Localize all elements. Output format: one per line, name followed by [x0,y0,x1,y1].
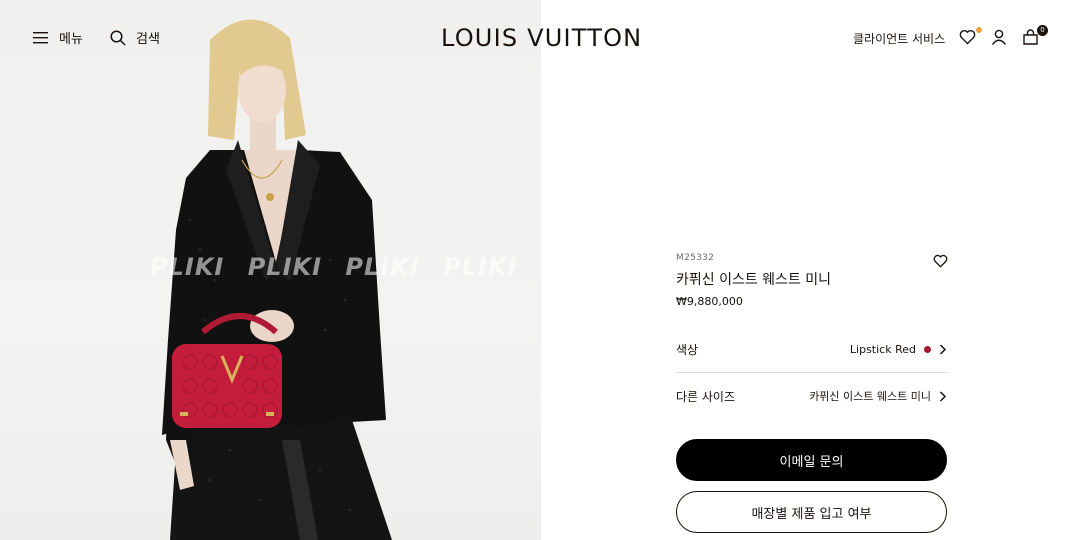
search-icon [110,29,126,46]
add-to-wishlist-heart-icon[interactable] [933,254,948,268]
watermark: PLIKI PLIKI PLIKI PLIKI PLI [150,253,541,281]
bag-count-badge: 0 [1037,25,1048,36]
account-icon[interactable] [991,29,1007,45]
wishlist-indicator [976,27,982,33]
color-selector[interactable]: 색상 Lipstick Red [676,327,947,373]
product-image: PLIKI PLIKI PLIKI PLIKI PLI [0,0,541,540]
size-value-group: 카퓌신 이스트 웨스트 미니 [809,388,947,404]
product-price: ₩9,880,000 [676,295,743,308]
brand-logo[interactable]: LOUIS VUITTON [441,24,642,52]
color-value: Lipstick Red [849,343,916,356]
heart-icon[interactable] [959,29,976,45]
color-swatch [924,346,931,353]
menu-button[interactable]: 메뉴 [33,28,83,47]
color-label: 색상 [676,343,699,357]
menu-label: 메뉴 [59,32,83,47]
size-label: 다른 사이즈 [676,389,736,404]
product-sku: M25332 [676,253,715,263]
email-inquiry-button[interactable]: 이메일 문의 [676,439,947,481]
store-availability-button[interactable]: 매장별 제품 입고 여부 [676,491,947,533]
chevron-right-icon [939,344,947,355]
product-name: 카퓌신 이스트 웨스트 미니 [676,272,832,288]
product-info: M25332 카퓌신 이스트 웨스트 미니 ₩9,880,000 [676,253,948,308]
size-value: 카퓌신 이스트 웨스트 미니 [809,390,931,403]
color-value-group: Lipstick Red [850,343,947,356]
menu-icon [33,31,48,43]
chevron-right-icon [939,390,947,402]
search-label: 검색 [136,32,160,47]
site-header: 메뉴 검색 LOUIS VUITTON 클라이언트 서비스 0 [0,0,1080,76]
search-button[interactable]: 검색 [110,28,160,47]
client-service-link[interactable]: 클라이언트 서비스 [853,30,945,47]
size-selector[interactable]: 다른 사이즈 카퓌신 이스트 웨스트 미니 [676,373,947,419]
